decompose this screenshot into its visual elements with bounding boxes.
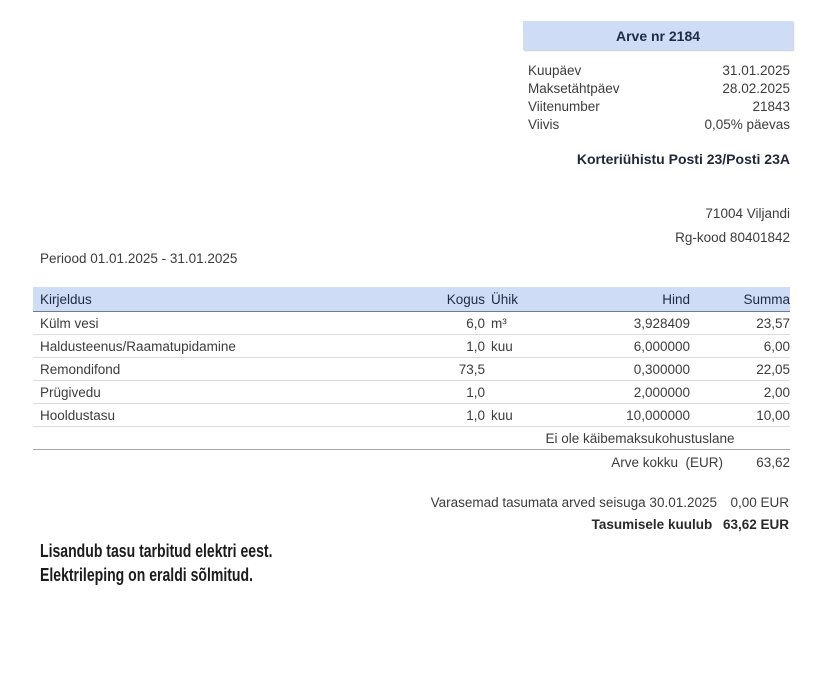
previous-balance-label: Varasemad tasumata arved seisuga 30.01.2… <box>431 495 717 510</box>
invoice-meta: Kuupäev 31.01.2025 Maksetähtpäev 28.02.2… <box>528 62 790 134</box>
address-line: 71004 Viljandi <box>675 202 790 226</box>
cell-kirjeldus: Hooldustasu <box>40 408 425 423</box>
address-line: Rg-kood 80401842 <box>675 226 790 250</box>
cell-hind: 3,928409 <box>546 316 690 331</box>
table-row: Haldusteenus/Raamatupidamine 1,0 kuu 6,0… <box>33 335 790 358</box>
cell-yhik: m³ <box>491 316 546 331</box>
cell-kogus: 6,0 <box>425 316 485 331</box>
invoice-total-label: Arve kokku (EUR) <box>611 455 723 470</box>
meta-row: Viivis 0,05% päevas <box>528 116 790 134</box>
amount-due-value: 63,62 EUR <box>723 517 789 532</box>
meta-label: Viivis <box>528 116 559 134</box>
column-header-summa: Summa <box>690 292 790 307</box>
cell-summa: 2,00 <box>690 385 790 400</box>
cell-kirjeldus: Remondifond <box>40 362 425 377</box>
amount-due-row: Tasumisele kuulub 63,62 EUR <box>592 517 789 532</box>
column-header-kirjeldus: Kirjeldus <box>40 292 425 307</box>
period-line: Periood 01.01.2025 - 31.01.2025 <box>40 251 237 266</box>
cell-kirjeldus: Külm vesi <box>40 316 425 331</box>
footer-note: Elektrileping on eraldi sõlmitud. <box>40 563 273 587</box>
column-header-yhik: Ühik <box>491 292 546 307</box>
cell-kogus: 1,0 <box>425 339 485 354</box>
invoice-page: Arve nr 2184 Kuupäev 31.01.2025 Maksetäh… <box>0 0 835 674</box>
cell-hind: 10,000000 <box>546 408 690 423</box>
meta-row: Maksetähtpäev 28.02.2025 <box>528 80 790 98</box>
company-name: Korteriühistu Posti 23/Posti 23A <box>577 151 790 167</box>
meta-value: 21843 <box>752 98 790 116</box>
vat-note: Ei ole käibemaksukohustuslane <box>490 431 790 446</box>
previous-balance-value: 0,00 EUR <box>717 495 789 510</box>
cell-kogus: 1,0 <box>425 385 485 400</box>
amount-due-label: Tasumisele kuulub <box>592 517 713 532</box>
table-body: Külm vesi 6,0 m³ 3,928409 23,57 Halduste… <box>33 312 790 427</box>
cell-hind: 2,000000 <box>546 385 690 400</box>
cell-summa: 10,00 <box>690 408 790 423</box>
cell-hind: 0,300000 <box>546 362 690 377</box>
invoice-title-box: Arve nr 2184 <box>523 21 793 50</box>
cell-summa: 23,57 <box>690 316 790 331</box>
table-row: Hooldustasu 1,0 kuu 10,000000 10,00 <box>33 404 790 427</box>
cell-yhik: kuu <box>491 408 546 423</box>
cell-summa: 6,00 <box>690 339 790 354</box>
meta-value: 31.01.2025 <box>722 62 790 80</box>
invoice-total-value: 63,62 <box>723 455 790 470</box>
cell-hind: 6,000000 <box>546 339 690 354</box>
cell-kogus: 1,0 <box>425 408 485 423</box>
table-header-row: Kirjeldus Kogus Ühik Hind Summa <box>33 287 790 312</box>
meta-value: 28.02.2025 <box>722 80 790 98</box>
cell-kirjeldus: Haldusteenus/Raamatupidamine <box>40 339 425 354</box>
invoice-title: Arve nr 2184 <box>616 28 700 44</box>
cell-summa: 22,05 <box>690 362 790 377</box>
meta-label: Maksetähtpäev <box>528 80 620 98</box>
meta-row: Viitenumber 21843 <box>528 98 790 116</box>
invoice-table: Kirjeldus Kogus Ühik Hind Summa Külm ves… <box>33 287 790 474</box>
meta-label: Kuupäev <box>528 62 581 80</box>
column-header-hind: Hind <box>546 292 690 307</box>
meta-label: Viitenumber <box>528 98 600 116</box>
column-header-kogus: Kogus <box>425 292 485 307</box>
table-row: Külm vesi 6,0 m³ 3,928409 23,57 <box>33 312 790 335</box>
meta-row: Kuupäev 31.01.2025 <box>528 62 790 80</box>
vat-note-row: Ei ole käibemaksukohustuslane <box>33 427 790 450</box>
meta-value: 0,05% päevas <box>704 116 790 134</box>
cell-kirjeldus: Prügivedu <box>40 385 425 400</box>
previous-balance-row: Varasemad tasumata arved seisuga 30.01.2… <box>431 495 789 510</box>
cell-kogus: 73,5 <box>425 362 485 377</box>
table-row: Prügivedu 1,0 2,000000 2,00 <box>33 381 790 404</box>
footer-note: Lisandub tasu tarbitud elektri eest. <box>40 539 273 563</box>
table-row: Remondifond 73,5 0,300000 22,05 <box>33 358 790 381</box>
footer-notes: Lisandub tasu tarbitud elektri eest.Elek… <box>40 539 273 587</box>
cell-yhik: kuu <box>491 339 546 354</box>
invoice-total-row: Arve kokku (EUR) 63,62 <box>33 450 790 474</box>
company-address: 71004 ViljandiRg-kood 80401842 <box>675 202 790 250</box>
